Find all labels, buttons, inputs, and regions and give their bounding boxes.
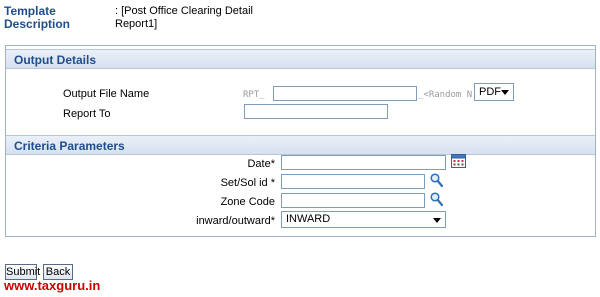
set-sol-id-input[interactable] (281, 174, 425, 189)
output-file-name-label: Output File Name (63, 88, 150, 100)
output-format-value: PDF (479, 86, 501, 98)
report-to-input[interactable] (244, 104, 388, 119)
output-file-suffix-hint: _<Random N (418, 90, 473, 100)
search-icon[interactable] (430, 192, 443, 206)
description-value: Report1] (115, 18, 158, 30)
output-format-select[interactable]: PDF (474, 83, 514, 101)
inward-outward-value: INWARD (286, 213, 331, 225)
chevron-down-icon (433, 218, 441, 223)
inward-outward-select[interactable]: INWARD (281, 211, 446, 228)
template-label: Template (4, 4, 56, 18)
inward-outward-label: inward/outward* (196, 215, 275, 227)
chevron-down-icon (501, 90, 509, 95)
report-to-label: Report To (63, 108, 111, 120)
template-value: : [Post Office Clearing Detail (115, 5, 253, 17)
criteria-parameters-header: Criteria Parameters (6, 135, 595, 155)
description-label: Description (4, 17, 71, 31)
output-details-header: Output Details (6, 49, 595, 69)
output-file-prefix: RPT_ (243, 90, 265, 100)
zone-code-input[interactable] (281, 193, 425, 208)
calendar-icon[interactable] (451, 154, 466, 168)
set-sol-id-label: Set/Sol id * (220, 177, 275, 189)
date-label: Date* (247, 158, 275, 170)
search-icon[interactable] (430, 173, 443, 187)
output-file-name-input[interactable] (273, 86, 417, 101)
report-parameters-panel: Output Details Output File Name RPT_ _<R… (5, 45, 596, 237)
watermark: www.taxguru.in (4, 278, 101, 293)
date-input[interactable] (281, 155, 446, 170)
zone-code-label: Zone Code (220, 196, 275, 208)
